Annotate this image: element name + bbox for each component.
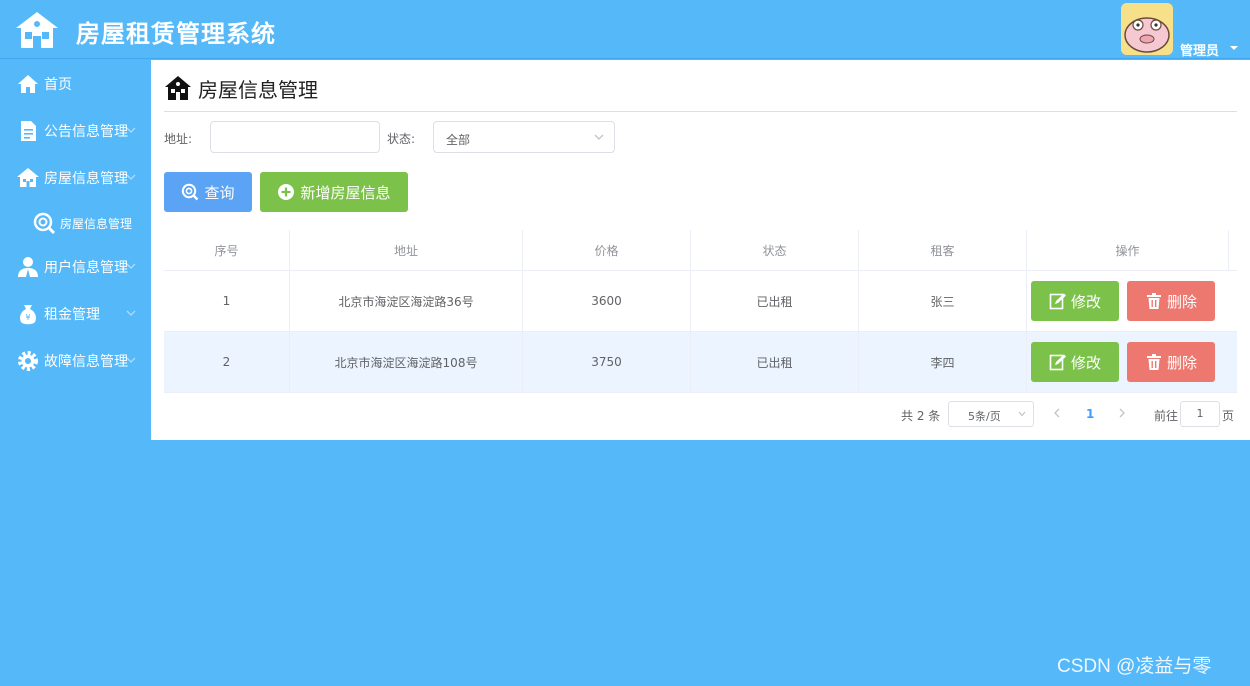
prev-page-icon[interactable] (1053, 408, 1061, 418)
cell-address: 北京市海淀区海淀路36号 (290, 271, 523, 331)
address-input[interactable] (210, 121, 380, 153)
table-header: 序号 地址 价格 状态 租客 操作 (164, 230, 1237, 271)
column-header: 状态 (691, 230, 859, 270)
goto-page-input[interactable]: 1 (1180, 401, 1220, 427)
column-header: 地址 (290, 230, 523, 270)
watermark: CSDN @凌益与零 (1057, 656, 1212, 677)
edit-icon (1049, 293, 1066, 310)
status-select-value: 全部 (446, 133, 471, 147)
status-label: 状态: (387, 132, 416, 146)
chevron-down-icon (1018, 411, 1026, 417)
table-row: 1 北京市海淀区海淀路36号 3600 已出租 张三 修改 删除 (164, 271, 1237, 332)
house-icon (165, 76, 191, 100)
add-house-button-label: 新增房屋信息 (300, 183, 391, 202)
svg-text:¥: ¥ (25, 313, 30, 322)
page-title: 房屋信息管理 (198, 77, 318, 102)
delete-button-label: 删除 (1166, 292, 1197, 311)
sidebar-item-faults[interactable]: 故障信息管理 (0, 341, 150, 381)
cell-price: 3600 (523, 271, 691, 331)
cell-address: 北京市海淀区海淀路108号 (290, 332, 523, 392)
add-circle-icon (278, 184, 295, 200)
search-icon (33, 212, 56, 235)
home-icon (18, 75, 38, 93)
delete-button[interactable]: 删除 (1127, 281, 1215, 321)
trash-icon (1146, 354, 1161, 370)
status-select[interactable]: 全部 (433, 121, 615, 153)
sidebar-item-label: 公告信息管理 (44, 124, 128, 140)
page-size-value: 5条/页 (968, 410, 1001, 423)
add-house-button[interactable]: 新增房屋信息 (260, 172, 408, 212)
sidebar-item-label: 故障信息管理 (44, 354, 128, 370)
query-button-label: 查询 (204, 183, 235, 202)
user-name[interactable]: 管理员 (1180, 40, 1219, 59)
cell-index: 2 (164, 332, 290, 392)
cell-tenant: 张三 (859, 271, 1027, 331)
page-header: 房屋信息管理 (164, 73, 318, 103)
gear-icon (18, 351, 38, 371)
delete-button[interactable]: 删除 (1127, 342, 1215, 382)
address-label: 地址: (164, 132, 193, 146)
sidebar-item-announcements[interactable]: 公告信息管理 (0, 111, 150, 151)
page-size-select[interactable]: 5条/页 (948, 401, 1034, 427)
avatar[interactable] (1121, 3, 1173, 55)
goto-label: 前往 (1154, 409, 1179, 423)
chevron-down-icon (126, 357, 136, 363)
chevron-down-icon (126, 263, 136, 269)
sidebar-item-label: 首页 (44, 77, 72, 93)
house-logo-icon (16, 12, 58, 48)
sidebar-item-label: 租金管理 (44, 307, 100, 323)
edit-button-label: 修改 (1070, 353, 1101, 372)
sidebar-item-label: 房屋信息管理 (44, 171, 128, 187)
money-bag-icon: ¥ (20, 305, 36, 325)
table-row: 2 北京市海淀区海淀路108号 3750 已出租 李四 修改 删除 (164, 332, 1237, 393)
cell-tenant: 李四 (859, 332, 1027, 392)
cell-status: 已出租 (691, 332, 859, 392)
chevron-down-icon (126, 174, 136, 180)
query-button[interactable]: 查询 (164, 172, 252, 212)
column-header: 操作 (1027, 230, 1229, 270)
sidebar: 首页 公告信息管理 房屋信息管理 房屋信息管理 用户信息管理 ¥ 租金管理 故障… (0, 60, 150, 686)
document-icon (21, 121, 36, 141)
edit-button[interactable]: 修改 (1031, 342, 1119, 382)
avatar-image (1121, 3, 1173, 55)
sidebar-item-houses[interactable]: 房屋信息管理 (0, 158, 150, 198)
next-page-icon[interactable] (1118, 408, 1126, 418)
edit-button-label: 修改 (1070, 292, 1101, 311)
column-header: 序号 (164, 230, 290, 270)
page-number-current[interactable]: 1 (1086, 407, 1094, 421)
sidebar-item-label: 用户信息管理 (44, 260, 128, 276)
sidebar-subitem-house-info[interactable]: 房屋信息管理 (0, 203, 150, 243)
edit-button[interactable]: 修改 (1031, 281, 1119, 321)
edit-icon (1049, 354, 1066, 371)
app-title: 房屋租赁管理系统 (76, 20, 276, 48)
cell-status: 已出租 (691, 271, 859, 331)
delete-button-label: 删除 (1166, 353, 1197, 372)
column-header: 价格 (523, 230, 691, 270)
page-unit-label: 页 (1222, 409, 1235, 423)
trash-icon (1146, 293, 1161, 309)
divider (164, 111, 1237, 112)
column-header: 租客 (859, 230, 1027, 270)
user-icon (18, 257, 38, 277)
pagination-total: 共 2 条 (901, 409, 941, 423)
house-icon (17, 168, 39, 187)
top-header: 房屋租赁管理系统 管理员 (0, 0, 1250, 59)
caret-down-icon[interactable] (1229, 44, 1239, 52)
chevron-down-icon (594, 134, 604, 140)
search-icon (182, 183, 199, 201)
main-card: 房屋信息管理 地址: 状态: 全部 查询 新增房屋信息 序号 地址 价格 状态 … (151, 60, 1250, 440)
cell-price: 3750 (523, 332, 691, 392)
cell-index: 1 (164, 271, 290, 331)
chevron-down-icon (126, 310, 136, 316)
sidebar-item-label: 房屋信息管理 (60, 216, 133, 231)
chevron-down-icon (126, 127, 136, 133)
sidebar-item-home[interactable]: 首页 (0, 64, 150, 104)
sidebar-item-users[interactable]: 用户信息管理 (0, 247, 150, 287)
sidebar-item-rent[interactable]: ¥ 租金管理 (0, 294, 150, 334)
